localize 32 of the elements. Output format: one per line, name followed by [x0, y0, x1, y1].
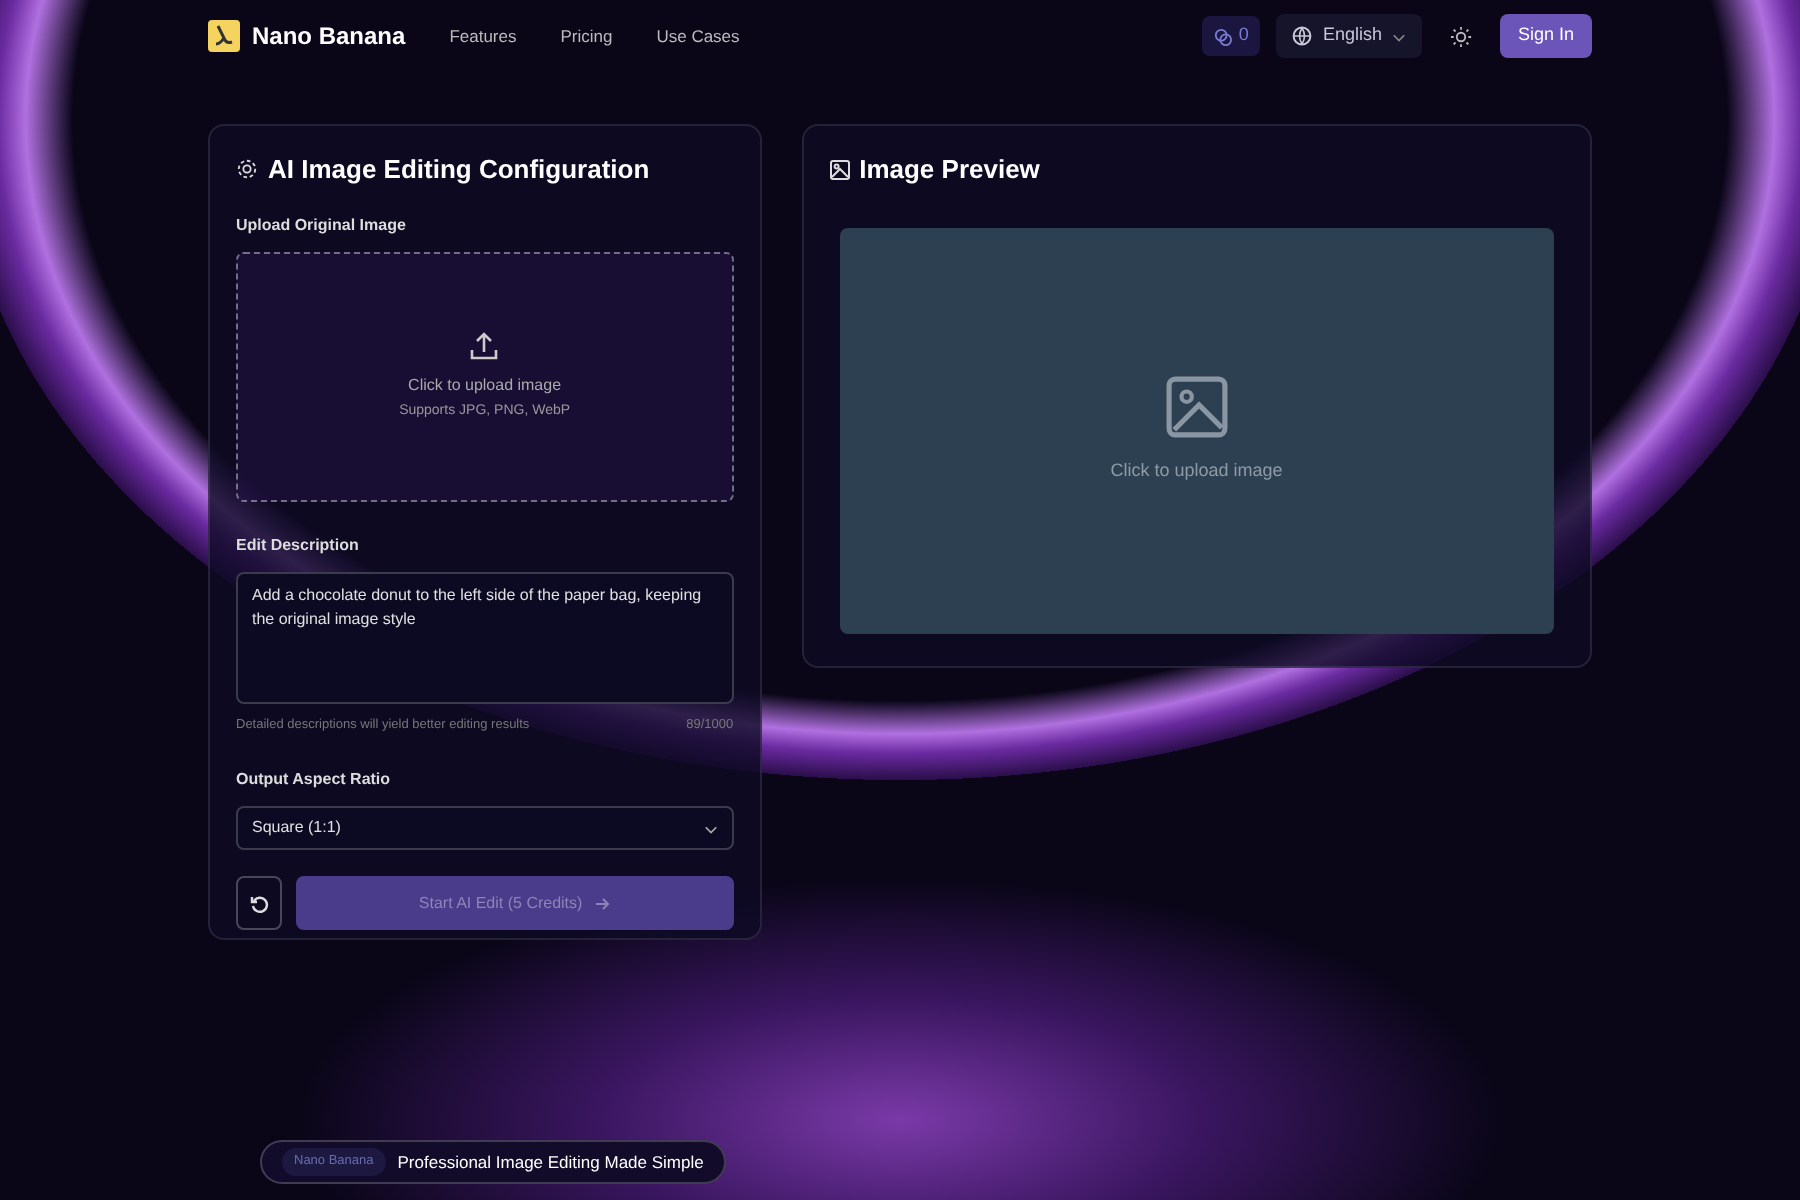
sign-in-button[interactable]: Sign In — [1499, 14, 1592, 58]
credit-count: 0 — [1238, 22, 1249, 49]
upload-text: Click to upload image — [408, 373, 562, 398]
logo-icon — [208, 20, 240, 52]
field-label: Output Aspect Ratio — [236, 768, 393, 793]
credits-badge[interactable]: 0 — [1202, 16, 1261, 56]
language-select[interactable]: English — [1276, 14, 1422, 58]
coins-icon — [1214, 27, 1233, 45]
nav-link[interactable]: Use Cases — [656, 23, 740, 49]
upload-icon — [468, 329, 501, 362]
field-label: Edit Description — [236, 533, 361, 557]
image-icon — [1165, 375, 1228, 438]
arrow-right-icon — [594, 895, 611, 912]
chevron-down-icon — [703, 821, 718, 836]
reset-icon — [249, 893, 269, 914]
image-icon — [829, 159, 850, 180]
sun-icon[interactable] — [1449, 25, 1472, 47]
nav-link[interactable]: Features — [449, 23, 517, 49]
description-textarea[interactable]: Add a chocolate donut to the left side of the paper bag, keeping the original image style — [236, 571, 734, 703]
preview-area[interactable]: Click to upload image — [839, 227, 1554, 633]
chevron-down-icon — [1391, 29, 1406, 43]
globe-icon — [1292, 26, 1313, 46]
aspect-ratio-select[interactable]: Square (1:1) — [236, 806, 734, 851]
nav-link[interactable]: Pricing — [560, 23, 613, 49]
field-label: Upload Original Image — [236, 213, 408, 237]
settings-icon — [236, 158, 258, 181]
tagline-text: Professional Image Editing Made Simple — [397, 1149, 704, 1175]
card-title: AI Image Editing Configuration — [268, 152, 650, 188]
reset-button[interactable] — [236, 876, 282, 931]
brand-name[interactable]: Nano Banana — [252, 18, 406, 54]
upload-text: Click to upload image — [1110, 457, 1283, 484]
card-title: Image Preview — [859, 152, 1040, 188]
